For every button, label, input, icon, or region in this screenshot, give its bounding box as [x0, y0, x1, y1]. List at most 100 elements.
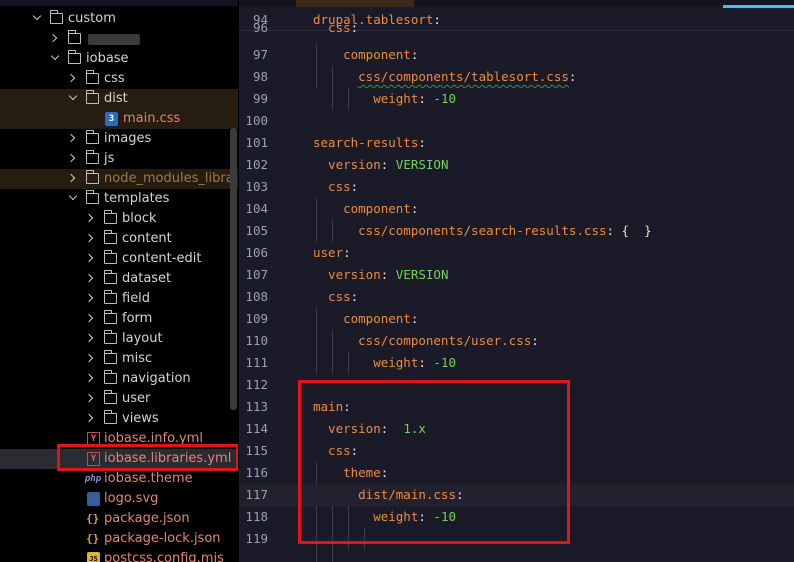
folder-row-user[interactable]: user — [0, 389, 238, 409]
tree-label: block — [122, 211, 157, 226]
code-line[interactable]: 99 weight: -10 — [239, 88, 794, 110]
editor-tab-marker[interactable] — [296, 0, 414, 7]
folder-row-field[interactable]: field — [0, 289, 238, 309]
json-file-icon: {} — [86, 532, 100, 545]
line-number: 117 — [245, 487, 268, 502]
folder-row-dataset[interactable]: dataset — [0, 269, 238, 289]
folder-row-block[interactable]: block — [0, 209, 238, 229]
file-row-iobase-theme[interactable]: php iobase.theme — [0, 469, 238, 489]
line-content: css/components/user.css: — [313, 330, 539, 352]
folder-row-templates[interactable]: templates — [0, 189, 238, 209]
folder-row-css[interactable]: css — [0, 69, 238, 89]
tree-label: navigation — [122, 371, 191, 386]
code-line[interactable]: 104 component: — [239, 198, 794, 220]
code-token: version — [313, 267, 381, 282]
folder-row-custom[interactable]: custom — [0, 9, 238, 29]
line-number: 102 — [245, 157, 268, 172]
folder-icon — [103, 290, 117, 304]
tree-label: css — [104, 71, 125, 86]
file-row-postcss-config[interactable]: JS postcss.config.mjs — [0, 549, 238, 562]
folder-row-images[interactable]: images — [0, 129, 238, 149]
chevron-right-icon — [66, 173, 76, 183]
folder-row-misc[interactable]: misc — [0, 349, 238, 369]
tree-label: js — [104, 151, 115, 166]
code-token: : — [410, 311, 419, 326]
folder-icon — [85, 190, 99, 204]
code-line[interactable]: 111 weight: -10 — [239, 352, 794, 374]
code-line[interactable]: 108 css: — [239, 286, 794, 308]
tree-label: images — [104, 131, 152, 146]
code-line[interactable]: 100 — [239, 110, 794, 132]
folder-row-navigation[interactable]: navigation — [0, 369, 238, 389]
line-content: version: VERSION — [313, 264, 448, 286]
folder-row-js[interactable]: js — [0, 149, 238, 169]
explorer-scrollbar[interactable] — [230, 128, 237, 410]
line-number: 108 — [245, 289, 268, 304]
chevron-right-icon — [84, 413, 94, 423]
code-line[interactable]: 106 user: — [239, 242, 794, 264]
file-row-package-json[interactable]: {} package.json — [0, 509, 238, 529]
code-line[interactable]: 105 css/components/search-results.css: {… — [239, 220, 794, 242]
code-token: : — [410, 47, 419, 62]
file-row-logo-svg[interactable]: logo.svg — [0, 489, 238, 509]
folder-row-iobase[interactable]: iobase — [0, 49, 238, 69]
code-token: : — [350, 22, 359, 34]
code-line[interactable]: 97 component: — [239, 44, 794, 66]
code-line[interactable]: 107 version: VERSION — [239, 264, 794, 286]
code-line[interactable]: 96 css: — [239, 22, 794, 34]
tree-label: dataset — [122, 271, 172, 286]
folder-icon — [103, 350, 117, 364]
chevron-right-icon — [84, 353, 94, 363]
tree-label: misc — [122, 351, 153, 366]
code-token: : — [418, 355, 434, 370]
file-row-package-lock-json[interactable]: {} package-lock.json — [0, 529, 238, 549]
code-token: css — [313, 22, 351, 34]
folder-icon — [67, 50, 81, 64]
tree-label: views — [122, 411, 159, 426]
code-line[interactable]: 102 version: VERSION — [239, 154, 794, 176]
file-row-main-css[interactable]: 3 main.css — [0, 109, 238, 129]
tree-label: dist — [104, 91, 128, 106]
code-token: : — [568, 69, 577, 84]
tree-label: logo.svg — [104, 491, 159, 506]
folder-icon — [103, 270, 117, 284]
folder-icon — [103, 250, 117, 264]
code-line[interactable]: 98 css/components/tablesort.css: — [239, 66, 794, 88]
folder-row-content[interactable]: content — [0, 229, 238, 249]
line-content: css: — [313, 176, 358, 198]
code-line[interactable]: 109 component: — [239, 308, 794, 330]
code-token: search-results — [313, 135, 419, 150]
code-line[interactable]: 101 search-results: — [239, 132, 794, 154]
code-token: : — [350, 289, 359, 304]
folder-row-layout[interactable]: layout — [0, 329, 238, 349]
code-token: version — [313, 157, 381, 172]
folder-row-views[interactable]: views — [0, 409, 238, 429]
folder-icon — [85, 90, 99, 104]
code-token: css — [313, 179, 351, 194]
tree-label: node_modules_libra — [104, 171, 234, 186]
line-content: user: — [313, 242, 351, 264]
code-editor[interactable]: 94 drupal.tablesort: 96 css: 97 component: 9… — [239, 0, 794, 562]
line-content: css/components/tablesort.css: — [313, 66, 576, 88]
chevron-right-icon — [84, 293, 94, 303]
code-token: user — [313, 245, 344, 260]
line-number: 107 — [245, 267, 268, 282]
json-file-icon: {} — [86, 512, 100, 525]
code-line[interactable]: 103 css: — [239, 176, 794, 198]
highlight-box-main-library — [298, 380, 570, 544]
folder-row-redacted[interactable] — [0, 29, 238, 49]
chevron-down-icon — [50, 51, 60, 61]
folder-icon — [103, 410, 117, 424]
folder-row-content-edit[interactable]: content-edit — [0, 249, 238, 269]
code-token: -10 — [433, 355, 456, 370]
chevron-down-icon — [68, 91, 78, 101]
code-line[interactable]: 110 css/components/user.css: — [239, 330, 794, 352]
code-token: : — [343, 245, 351, 260]
folder-row-form[interactable]: form — [0, 309, 238, 329]
code-token: VERSION — [395, 157, 449, 172]
chevron-right-icon — [66, 153, 76, 163]
folder-row-dist[interactable]: dist — [0, 89, 238, 109]
folder-row-node-modules[interactable]: node_modules_libra — [0, 169, 238, 189]
line-content: css: — [313, 22, 358, 34]
